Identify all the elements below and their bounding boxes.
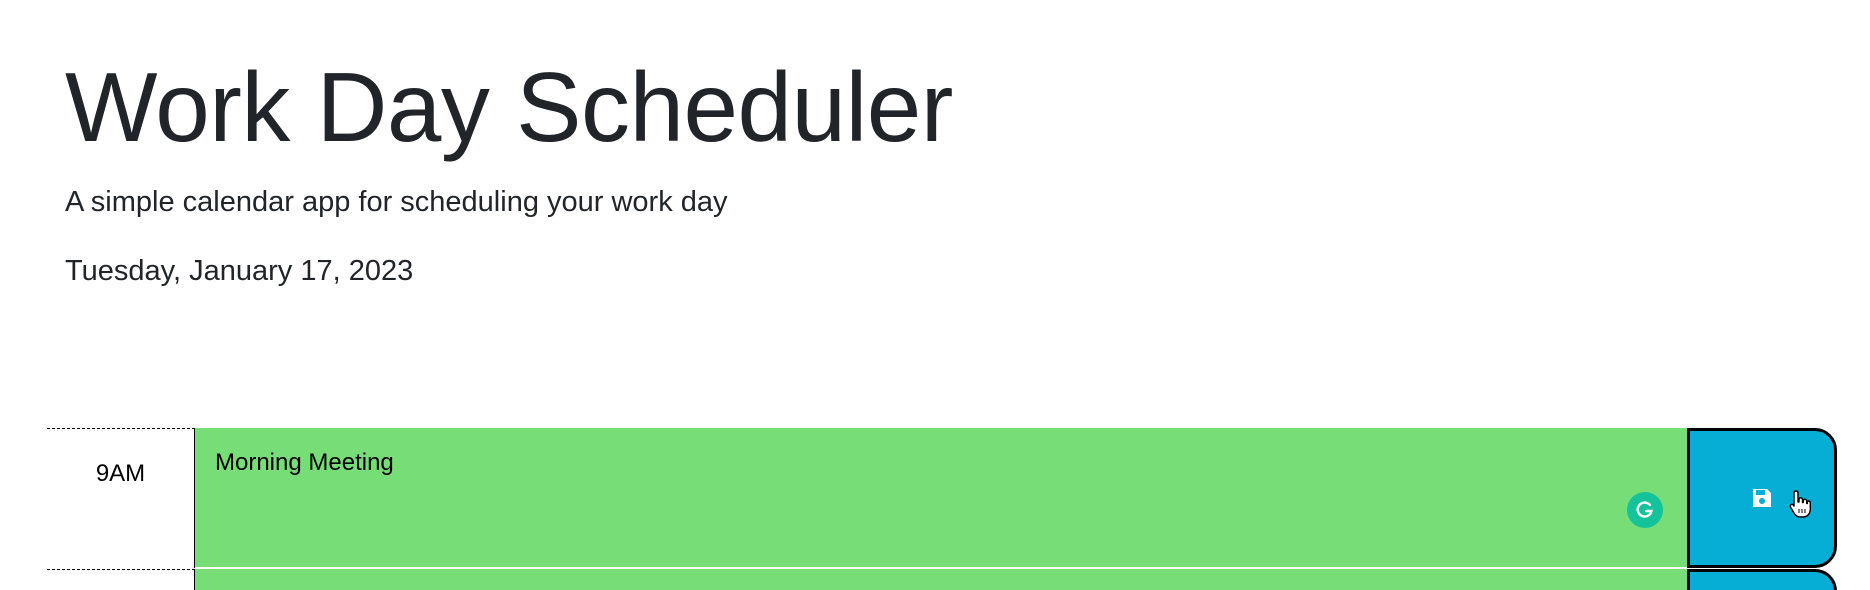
grammarly-icon[interactable] <box>1627 492 1663 528</box>
time-block-list: 9AM Morning Meeting <box>47 428 1837 590</box>
time-block-10am <box>47 569 1837 590</box>
time-block-9am: 9AM Morning Meeting <box>47 428 1837 568</box>
save-button[interactable] <box>1687 569 1837 590</box>
current-day: Tuesday, January 17, 2023 <box>65 255 414 287</box>
page-title: Work Day Scheduler <box>65 52 953 162</box>
scheduler-page: Work Day Scheduler A simple calendar app… <box>0 0 1870 590</box>
floppy-disk-icon <box>1751 487 1773 509</box>
event-description-textarea[interactable] <box>195 569 1687 590</box>
hour-label: 9AM <box>47 428 195 568</box>
hand-pointer-icon <box>1788 489 1812 524</box>
hour-label <box>47 569 195 590</box>
jumbotron-header: Work Day Scheduler <box>65 52 953 162</box>
page-subtitle: A simple calendar app for scheduling you… <box>65 186 728 218</box>
event-description-textarea[interactable]: Morning Meeting <box>195 428 1687 568</box>
save-button[interactable] <box>1687 428 1837 568</box>
